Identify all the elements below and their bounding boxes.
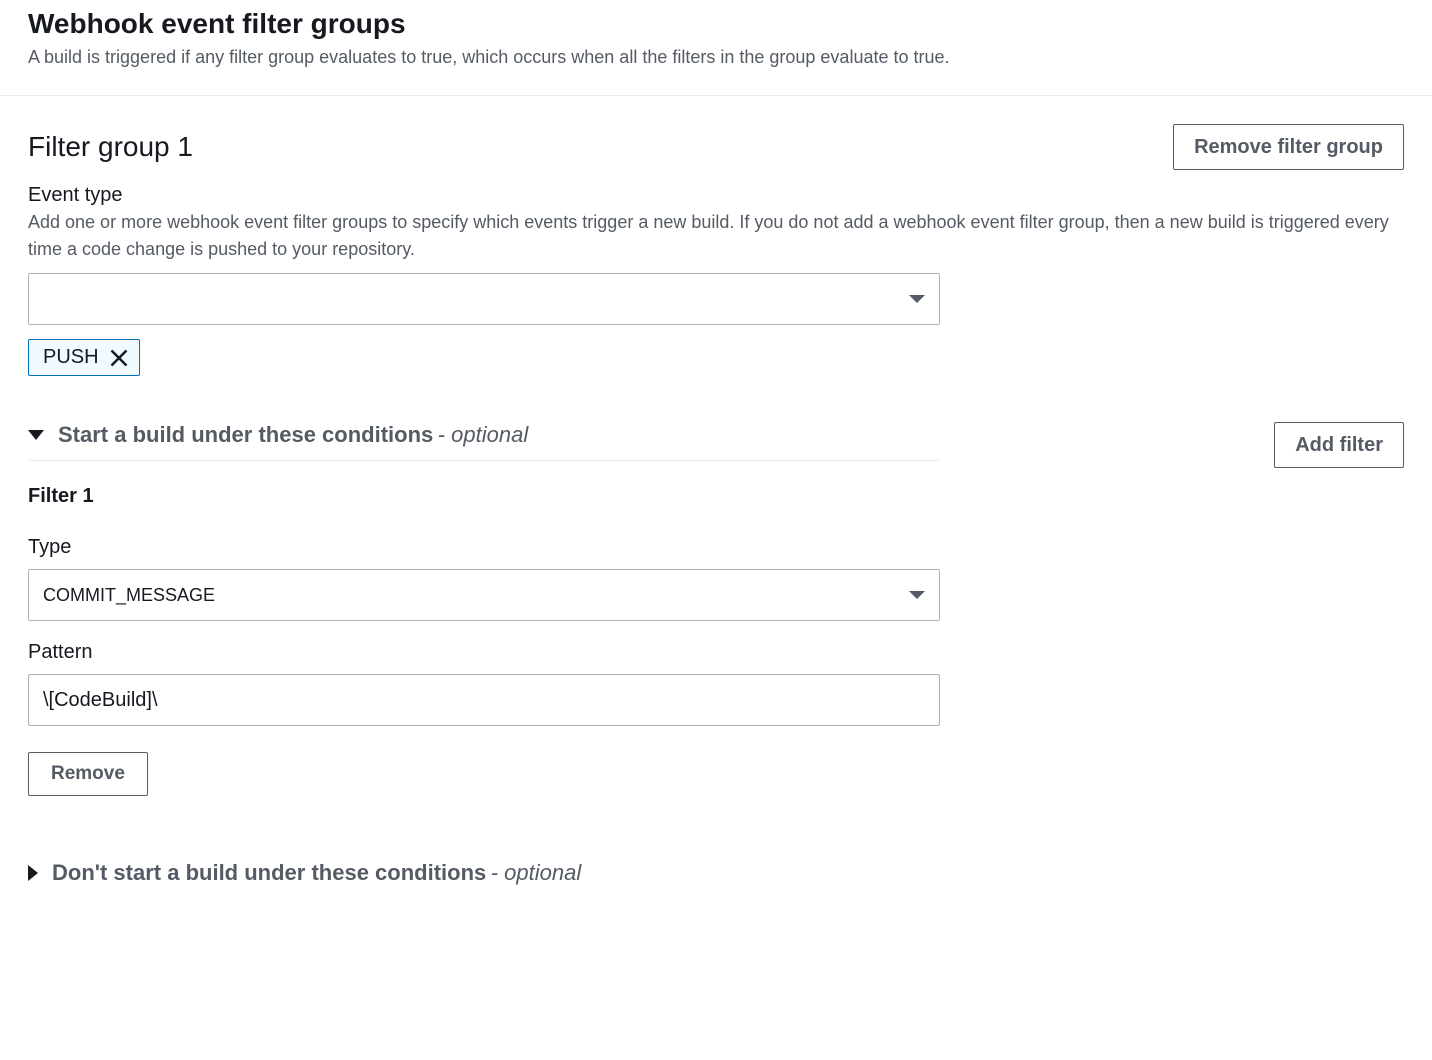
start-conditions-title: Start a build under these conditions: [58, 422, 433, 447]
filter-1-title: Filter 1: [28, 485, 940, 508]
close-icon: [109, 348, 129, 368]
chevron-down-icon: [28, 430, 44, 440]
add-filter-button[interactable]: Add filter: [1274, 422, 1404, 468]
dont-start-conditions-title: Don't start a build under these conditio…: [52, 860, 486, 885]
remove-tag-button[interactable]: [109, 348, 129, 368]
event-type-tag-label: PUSH: [43, 346, 99, 369]
caret-down-icon: [909, 591, 925, 599]
event-type-select[interactable]: [28, 273, 940, 325]
filter-type-select[interactable]: COMMIT_MESSAGE: [28, 569, 940, 621]
dont-start-conditions-expander[interactable]: Don't start a build under these conditio…: [28, 860, 940, 898]
event-type-tag: PUSH: [28, 339, 140, 376]
remove-filter-group-button[interactable]: Remove filter group: [1173, 124, 1404, 170]
optional-label: - optional: [491, 860, 582, 885]
caret-down-icon: [909, 295, 925, 303]
remove-filter-button[interactable]: Remove: [28, 752, 148, 796]
filter-pattern-input[interactable]: [28, 674, 940, 726]
filter-group-title: Filter group 1: [28, 131, 193, 163]
start-conditions-expander[interactable]: Start a build under these conditions - o…: [28, 422, 940, 461]
section-description: A build is triggered if any filter group…: [28, 44, 1404, 71]
chevron-right-icon: [28, 865, 38, 881]
event-type-label: Event type: [28, 184, 1404, 207]
filter-pattern-label: Pattern: [28, 641, 940, 664]
filter-type-label: Type: [28, 536, 940, 559]
optional-label: - optional: [438, 422, 529, 447]
filter-type-value: COMMIT_MESSAGE: [43, 585, 215, 606]
event-type-description: Add one or more webhook event filter gro…: [28, 209, 1404, 263]
section-title: Webhook event filter groups: [28, 8, 1404, 40]
